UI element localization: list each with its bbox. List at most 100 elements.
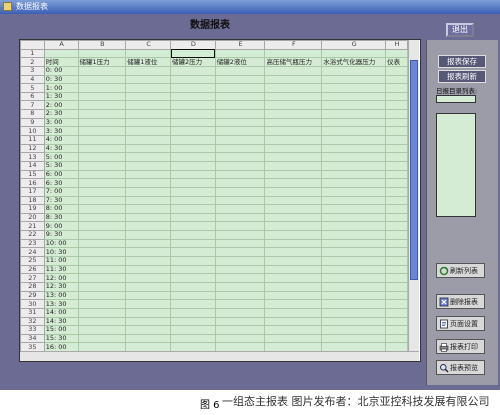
table-cell[interactable] — [264, 109, 323, 119]
table-cell[interactable] — [214, 143, 266, 154]
table-cell[interactable] — [264, 247, 323, 257]
table-cell[interactable] — [170, 195, 216, 206]
table-cell[interactable]: 时间 — [43, 57, 79, 67]
table-cell[interactable] — [385, 83, 408, 93]
table-cell[interactable] — [214, 186, 266, 197]
table-cell[interactable]: 储罐2液位 — [214, 57, 266, 67]
table-cell[interactable] — [321, 325, 387, 335]
table-cell[interactable] — [214, 65, 266, 76]
table-cell[interactable]: 11: 00 — [43, 256, 79, 266]
save-report-button[interactable]: 报表保存 — [438, 55, 486, 68]
table-cell[interactable] — [321, 230, 387, 240]
table-cell[interactable] — [77, 152, 127, 162]
table-cell[interactable] — [214, 316, 266, 327]
table-cell[interactable] — [321, 316, 387, 327]
refresh-report-button[interactable]: 报表刷新 — [438, 70, 486, 83]
table-cell[interactable] — [125, 195, 171, 206]
table-cell[interactable] — [321, 247, 387, 257]
table-cell[interactable] — [125, 91, 171, 102]
table-cell[interactable] — [170, 221, 216, 232]
table-cell[interactable] — [385, 238, 408, 249]
table-cell[interactable] — [170, 143, 216, 154]
table-cell[interactable] — [321, 135, 387, 145]
table-cell[interactable] — [125, 117, 171, 128]
table-cell[interactable] — [77, 230, 127, 240]
table-cell[interactable] — [77, 290, 127, 301]
table-cell[interactable] — [170, 247, 216, 257]
row-number[interactable]: 14 — [20, 160, 45, 171]
table-cell[interactable] — [385, 342, 408, 351]
table-cell[interactable] — [214, 83, 266, 93]
table-cell[interactable] — [385, 91, 408, 102]
table-cell[interactable] — [214, 221, 266, 232]
table-cell[interactable] — [385, 74, 408, 85]
table-cell[interactable] — [170, 212, 216, 223]
table-cell[interactable]: 15: 00 — [43, 325, 79, 335]
table-cell[interactable] — [385, 178, 408, 188]
column-header[interactable]: B — [77, 40, 127, 50]
table-cell[interactable] — [264, 178, 323, 188]
table-cell[interactable]: 6: 00 — [43, 169, 79, 180]
row-number[interactable]: 33 — [20, 325, 45, 335]
table-cell[interactable] — [264, 135, 323, 145]
table-cell[interactable] — [385, 247, 408, 257]
table-cell[interactable] — [385, 48, 408, 59]
row-number[interactable]: 10 — [20, 126, 45, 137]
table-cell[interactable] — [321, 143, 387, 154]
table-cell[interactable] — [214, 152, 266, 162]
table-cell[interactable] — [264, 186, 323, 197]
table-cell[interactable] — [77, 256, 127, 266]
table-cell[interactable] — [77, 325, 127, 335]
table-cell[interactable] — [385, 204, 408, 214]
daily-report-list[interactable] — [436, 113, 476, 217]
column-header[interactable]: D — [170, 40, 216, 50]
row-number[interactable]: 12 — [20, 143, 45, 154]
table-cell[interactable] — [264, 342, 323, 351]
table-cell[interactable]: 12: 30 — [43, 281, 79, 292]
row-number[interactable]: 27 — [20, 273, 45, 283]
column-header[interactable]: A — [43, 40, 79, 50]
table-cell[interactable] — [170, 178, 216, 188]
table-cell[interactable]: 储罐1压力 — [77, 57, 127, 67]
table-cell[interactable]: 13: 30 — [43, 299, 79, 309]
vertical-scrollbar[interactable] — [408, 40, 419, 351]
row-number[interactable]: 30 — [20, 299, 45, 309]
table-cell[interactable] — [264, 290, 323, 301]
table-cell[interactable]: 4: 30 — [43, 143, 79, 154]
table-cell[interactable]: 6: 30 — [43, 178, 79, 188]
table-cell[interactable] — [170, 273, 216, 283]
table-cell[interactable] — [321, 204, 387, 214]
table-cell[interactable]: 13: 00 — [43, 290, 79, 301]
table-cell[interactable] — [170, 264, 216, 275]
table-cell[interactable]: 14: 30 — [43, 316, 79, 327]
table-cell[interactable] — [264, 143, 323, 154]
table-cell[interactable] — [264, 221, 323, 232]
table-cell[interactable]: 16: 00 — [43, 342, 79, 351]
table-cell[interactable] — [214, 230, 266, 240]
table-cell[interactable] — [264, 83, 323, 93]
row-number[interactable]: 17 — [20, 186, 45, 197]
table-cell[interactable] — [125, 135, 171, 145]
column-header[interactable]: E — [214, 40, 266, 50]
table-cell[interactable]: 8: 30 — [43, 212, 79, 223]
table-cell[interactable] — [385, 299, 408, 309]
row-number[interactable]: 32 — [20, 316, 45, 327]
table-cell[interactable] — [321, 117, 387, 128]
table-cell[interactable] — [125, 290, 171, 301]
table-cell[interactable] — [385, 212, 408, 223]
table-cell[interactable] — [125, 230, 171, 240]
row-number[interactable]: 16 — [20, 178, 45, 188]
table-cell[interactable] — [125, 169, 171, 180]
table-cell[interactable] — [170, 65, 216, 76]
table-cell[interactable] — [214, 117, 266, 128]
table-cell[interactable] — [214, 212, 266, 223]
table-cell[interactable] — [264, 273, 323, 283]
row-number[interactable]: 29 — [20, 290, 45, 301]
table-cell[interactable] — [77, 264, 127, 275]
table-cell[interactable]: 储罐1液位 — [125, 57, 171, 67]
table-cell[interactable] — [125, 281, 171, 292]
vertical-scroll-thumb[interactable] — [410, 60, 418, 280]
table-cell[interactable] — [77, 307, 127, 318]
table-cell[interactable] — [125, 221, 171, 232]
table-cell[interactable] — [385, 195, 408, 206]
